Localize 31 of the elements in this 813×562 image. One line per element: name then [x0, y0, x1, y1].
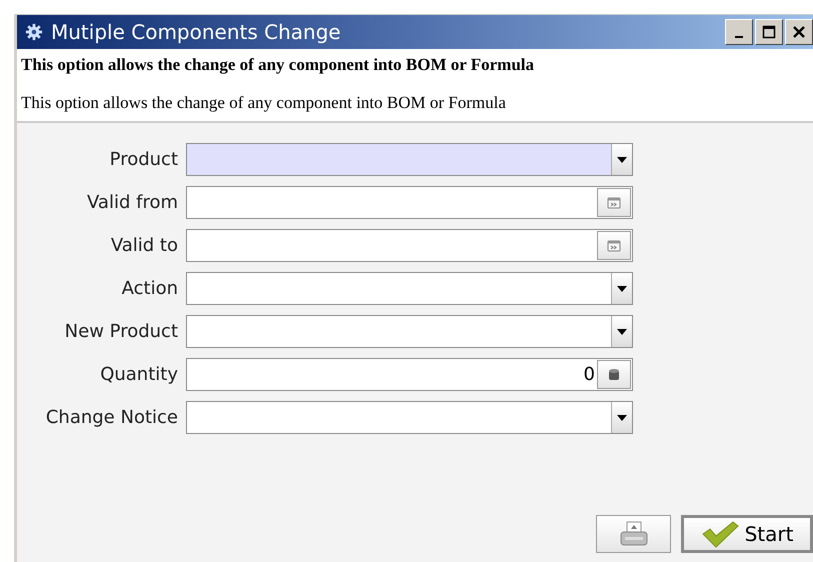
calculator-button[interactable] — [597, 360, 631, 389]
field-label: Valid from — [86, 192, 178, 213]
start-button[interactable]: Start — [681, 515, 813, 553]
window-title: Mutiple Components Change — [51, 20, 342, 44]
close-icon — [792, 25, 806, 39]
cylinder-icon — [608, 368, 620, 382]
field-label: Product — [108, 149, 178, 170]
header-description: This option allows the change of any component into BOM or Formula — [21, 93, 507, 113]
calendar-icon — [607, 240, 621, 252]
minimize-button[interactable] — [725, 19, 753, 45]
print-button[interactable] — [596, 515, 671, 553]
date-field[interactable] — [186, 186, 633, 219]
field-label: Action — [120, 278, 178, 299]
date-field[interactable] — [186, 229, 633, 262]
calendar-button[interactable] — [597, 231, 631, 260]
header-title: This option allows the change of any component into BOM or Formula — [21, 55, 536, 75]
calendar-icon — [607, 196, 621, 208]
field-label: Valid to — [110, 235, 178, 256]
gear-icon — [25, 23, 43, 41]
field-label: Quantity — [99, 364, 178, 385]
calendar-button[interactable] — [597, 188, 631, 217]
close-button[interactable] — [785, 19, 813, 45]
maximize-icon — [762, 25, 776, 39]
field-label: New Product — [64, 321, 178, 342]
field-label: Change Notice — [44, 407, 178, 428]
checkmark-icon — [700, 520, 739, 548]
field-value: 0 — [584, 364, 595, 385]
printer-icon — [618, 521, 648, 547]
maximize-button[interactable] — [755, 19, 783, 45]
minimize-icon — [735, 36, 743, 38]
number-field[interactable]: 0 — [186, 358, 633, 391]
